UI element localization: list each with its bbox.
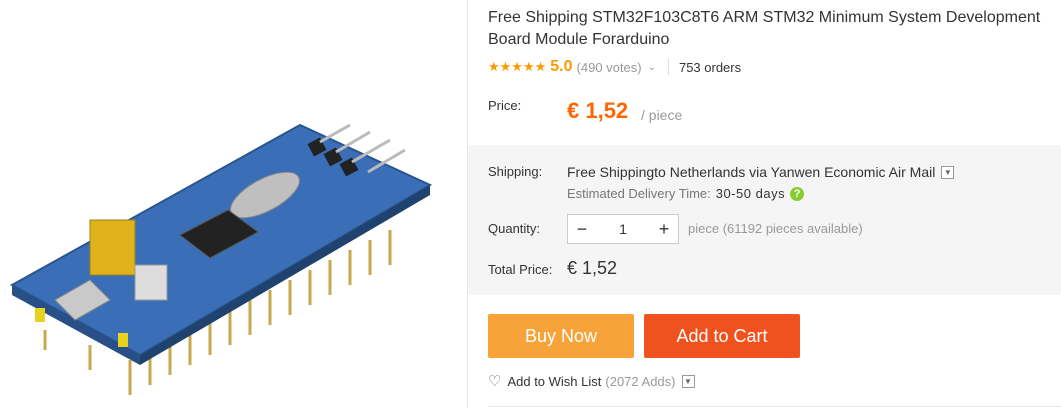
help-icon[interactable]: ? — [790, 186, 805, 201]
quantity-input[interactable]: 1 — [596, 221, 650, 237]
rating-row: ★★★★★ 5.0 (490 votes) ⌄ 753 orders — [488, 57, 741, 77]
chevron-down-icon[interactable]: ▼ — [681, 374, 695, 388]
divider — [488, 406, 1061, 407]
add-to-wish-list[interactable]: ♡ Add to Wish List (2072 Adds) ▼ — [488, 372, 695, 390]
quantity-stepper[interactable]: − 1 + — [567, 214, 679, 244]
product-image[interactable] — [0, 0, 467, 408]
product-title: Free Shipping STM32F103C8T6 ARM STM32 Mi… — [488, 9, 1041, 48]
total-value: € 1,52 — [567, 258, 618, 278]
decrease-button[interactable]: − — [568, 219, 596, 240]
add-to-cart-button[interactable]: Add to Cart — [644, 314, 800, 358]
product-info: Free Shipping STM32F103C8T6 ARM STM32 Mi… — [468, 0, 1061, 408]
price-label: Price: — [488, 98, 522, 113]
total-label: Total Price: — [488, 262, 553, 277]
chevron-down-icon[interactable]: ▼ — [941, 165, 955, 179]
shipping-free: Free Shipping — [567, 164, 655, 180]
wish-list-label: Add to Wish List — [507, 373, 602, 389]
quantity-label: Quantity: — [488, 221, 541, 236]
rating-stars-icon: ★★★★★ — [488, 59, 547, 74]
board-image-svg — [9, 123, 433, 395]
buy-now-button[interactable]: Buy Now — [488, 314, 634, 358]
votes-count[interactable]: (490 votes) — [577, 60, 642, 75]
estimated-label: Estimated Delivery Time: — [567, 186, 711, 201]
wish-count: (2072 Adds) — [605, 373, 676, 389]
shipping-label: Shipping: — [488, 164, 543, 179]
rating-score: 5.0 — [550, 58, 573, 75]
increase-button[interactable]: + — [650, 219, 678, 240]
heart-icon: ♡ — [488, 373, 502, 390]
price-value: € 1,52 — [567, 98, 629, 123]
estimated-days: 30-50 days — [715, 186, 786, 201]
shipping-destination: to Netherlands via Yanwen Economic Air M… — [654, 164, 936, 180]
price-unit: / piece — [641, 107, 683, 123]
quantity-available: piece (61192 pieces available) — [688, 221, 863, 236]
shipping-method[interactable]: Free Shipping to Netherlands via Yanwen … — [567, 164, 955, 180]
chevron-down-icon[interactable]: ⌄ — [648, 62, 656, 73]
separator — [667, 59, 669, 75]
orders-count: 753 orders — [678, 59, 742, 75]
estimated-delivery: Estimated Delivery Time: 30-50 days ? — [567, 186, 805, 201]
